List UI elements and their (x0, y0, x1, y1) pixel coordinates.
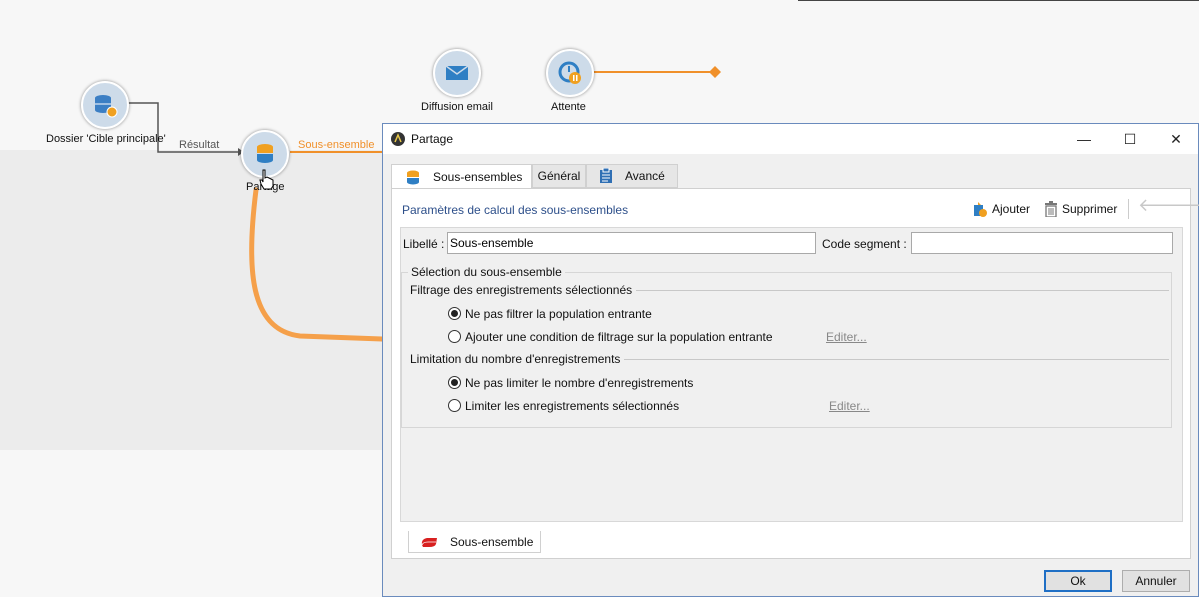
database-icon (95, 95, 118, 118)
tab-sous-ensembles-label: Sous-ensembles (433, 169, 523, 184)
bottom-tab-sous-ensemble[interactable]: Sous-ensemble (408, 531, 541, 553)
next-arrow-icon[interactable]: 🡒 (1162, 195, 1199, 216)
libelle-field[interactable] (447, 232, 816, 254)
resultat-edge-label: Résultat (179, 139, 220, 151)
tab-sous-ensembles[interactable]: Sous-ensembles (391, 164, 532, 189)
ok-button[interactable]: Ok (1044, 570, 1112, 592)
add-subset-icon (974, 202, 987, 217)
filtering-title: Filtrage des enregistrements sélectionné… (410, 283, 637, 297)
close-button[interactable]: ✕ (1153, 124, 1199, 154)
dossier-node-label: Dossier 'Cible principale' (46, 133, 166, 145)
sous-ensemble-edge-label: Sous-ensemble (298, 139, 375, 151)
minimize-button[interactable]: — (1061, 124, 1107, 154)
no-limit-label[interactable]: Ne pas limiter le nombre d'enregistremen… (465, 376, 693, 390)
cancel-button[interactable]: Annuler (1122, 570, 1190, 592)
add-button-label: Ajouter (992, 202, 1031, 216)
subsets-panel: Paramètres de calcul des sous-ensembles … (391, 188, 1199, 559)
dialog-title: Partage (411, 132, 454, 146)
clock-icon (558, 61, 581, 84)
limitation-title: Limitation du nombre d'enregistrements (410, 352, 625, 366)
no-filter-radio[interactable] (448, 307, 461, 320)
app-icon (391, 132, 405, 146)
limit-records-radio[interactable] (448, 399, 461, 412)
code-segment-label: Code segment : (822, 237, 907, 251)
trash-icon (1045, 201, 1057, 217)
attente-label: Attente (551, 101, 586, 113)
tab-avance-label: Avancé (625, 169, 665, 183)
selection-group: Sélection du sous-ensemble Filtrage des … (401, 265, 1172, 428)
selection-group-legend: Sélection du sous-ensemble (408, 265, 565, 279)
attente-node[interactable] (546, 49, 594, 97)
delete-button-label: Supprimer (1062, 202, 1118, 216)
clipboard-icon (600, 168, 612, 183)
diffusion-email-node[interactable] (433, 49, 481, 97)
delete-button[interactable]: Supprimer (1044, 201, 1117, 217)
code-segment-field[interactable] (911, 232, 1173, 254)
tab-general-label: Général (537, 169, 581, 183)
limit-edit-link[interactable]: Editer... (829, 399, 870, 413)
filter-edit-link[interactable]: Editer... (826, 330, 867, 344)
tab-general[interactable]: Général (532, 164, 586, 188)
limit-records-label[interactable]: Limiter les enregistrements sélectionnés (465, 399, 679, 413)
no-filter-label[interactable]: Ne pas filtrer la population entrante (465, 307, 652, 321)
segment-icon (421, 537, 437, 547)
envelope-icon (445, 65, 469, 80)
database-icon (407, 170, 419, 184)
panel-header-title: Paramètres de calcul des sous-ensembles (402, 203, 629, 217)
toolbar-separator (1128, 199, 1129, 219)
add-filter-condition-radio[interactable] (448, 330, 461, 343)
add-filter-condition-label[interactable]: Ajouter une condition de filtrage sur la… (465, 330, 773, 344)
bottom-tab-label: Sous-ensemble (450, 534, 534, 549)
libelle-label: Libellé : (403, 237, 445, 251)
dialog-titlebar[interactable]: Partage — ☐ ✕ (383, 124, 1198, 154)
dossier-node[interactable] (81, 81, 129, 129)
diffusion-email-label: Diffusion email (421, 101, 493, 113)
subset-settings-area: Libellé : Code segment : Sélection du so… (400, 227, 1183, 522)
tab-avance[interactable]: Avancé (586, 164, 678, 188)
hand-cursor-icon (259, 169, 274, 190)
add-button[interactable]: Ajouter (972, 201, 1030, 217)
database-split-icon (257, 144, 273, 163)
no-limit-radio[interactable] (448, 376, 461, 389)
maximize-button[interactable]: ☐ (1107, 124, 1153, 154)
partage-dialog: Partage — ☐ ✕ Sous-ensembles Général Ava… (382, 123, 1199, 597)
